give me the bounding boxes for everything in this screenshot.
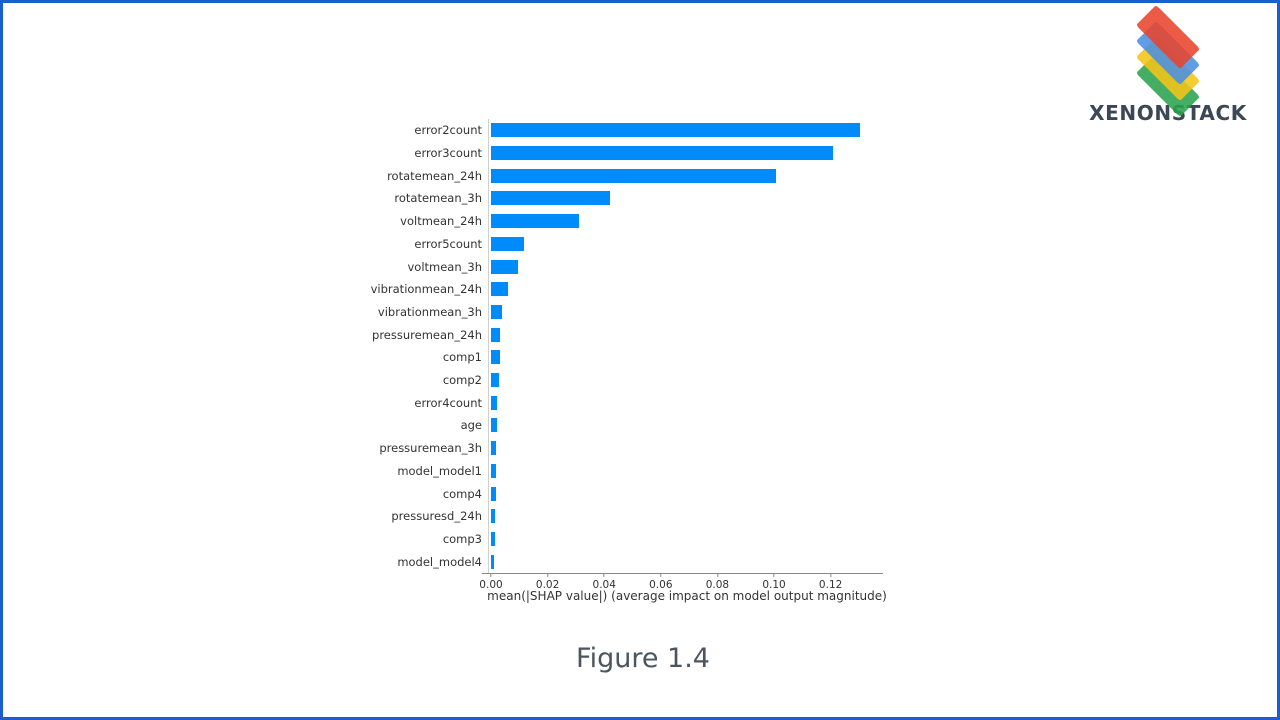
bar	[491, 304, 503, 319]
shap-feature-importance-chart: error2count error3count rotatemean_24hrota…	[3, 3, 1277, 623]
x-tick-mark	[603, 573, 605, 577]
y-axis-spine	[488, 119, 489, 573]
bar-row: comp3	[443, 528, 495, 551]
bar-row: comp4	[443, 482, 496, 505]
bar	[491, 531, 495, 546]
bar-label: error4count	[414, 395, 482, 410]
bar-label: pressuresd_24h	[391, 509, 482, 524]
bar	[491, 191, 611, 206]
x-tick-mark	[773, 573, 775, 577]
bar-row: error4count	[414, 391, 497, 414]
bar-label: pressuremean_24h	[372, 327, 482, 342]
figure-caption: Figure 1.4	[576, 643, 710, 674]
bar-label: comp4	[442, 486, 482, 501]
bar-label: error5count	[414, 236, 482, 251]
plot-area: error2count error3count rotatemean_24hrota…	[371, 119, 883, 574]
bar-label: voltmean_3h	[407, 259, 482, 274]
x-tick-mark	[716, 573, 718, 577]
bar-label: comp3	[442, 531, 482, 546]
bar-row: pressuremean_24h	[372, 323, 501, 346]
bar-label: error2count	[414, 123, 482, 138]
bar-row: rotatemean_24h	[387, 164, 776, 187]
bar	[491, 350, 500, 365]
bar-row: vibrationmean_3h	[378, 301, 503, 324]
x-tick-mark	[660, 573, 662, 577]
bar	[491, 373, 499, 388]
x-tick-mark	[830, 573, 832, 577]
bar-label: vibrationmean_24h	[370, 282, 482, 297]
bar	[491, 554, 495, 569]
bar-label: voltmean_24h	[400, 214, 482, 229]
bar-row: model_model4	[397, 550, 495, 573]
bar-row: model_model1	[397, 460, 496, 483]
bar	[491, 395, 497, 410]
bar	[491, 214, 580, 229]
bar	[491, 418, 497, 433]
bar	[491, 441, 497, 456]
bar-series: error2count error3count rotatemean_24hrota…	[371, 119, 883, 573]
bar	[491, 327, 501, 342]
bar-row: pressuremean_3h	[379, 437, 497, 460]
bar-label: model_model1	[397, 463, 482, 478]
bar-row: voltmean_3h	[407, 255, 518, 278]
bar	[491, 282, 508, 297]
bar	[491, 146, 834, 161]
bar	[491, 123, 861, 138]
bar-label: error3count	[414, 146, 482, 161]
bar-label: vibrationmean_3h	[377, 304, 482, 319]
bar-label: age	[460, 418, 482, 433]
bar-label: model_model4	[397, 554, 482, 569]
bar-row: age	[461, 414, 497, 437]
bar-label: rotatemean_3h	[394, 191, 482, 206]
bar-label: comp1	[442, 350, 482, 365]
bar-row: error2count	[414, 119, 861, 142]
bar-row: error5count	[414, 233, 524, 256]
bar	[491, 509, 496, 524]
bar-row: rotatemean_3h	[394, 187, 611, 210]
bar-row: pressuresd_24h	[391, 505, 496, 528]
x-axis-label: mean(|SHAP value|) (average impact on mo…	[487, 589, 887, 603]
bar	[491, 236, 524, 251]
bar-row: vibrationmean_24h	[371, 278, 508, 301]
bar	[491, 259, 518, 274]
slide-canvas: XENONSTACK error2count error3count rotatem…	[0, 0, 1280, 720]
bar-row: comp2	[443, 369, 499, 392]
bar-row: error3count	[414, 142, 834, 165]
x-tick-mark	[490, 573, 492, 577]
bar	[491, 463, 496, 478]
bar-label: rotatemean_24h	[387, 168, 482, 183]
bar-label: comp2	[442, 373, 482, 388]
x-tick-mark	[547, 573, 549, 577]
bar	[491, 168, 776, 183]
bar	[491, 486, 496, 501]
bar-label: pressuremean_3h	[379, 441, 482, 456]
bar-row: voltmean_24h	[400, 210, 580, 233]
bar-row: comp1	[443, 346, 500, 369]
